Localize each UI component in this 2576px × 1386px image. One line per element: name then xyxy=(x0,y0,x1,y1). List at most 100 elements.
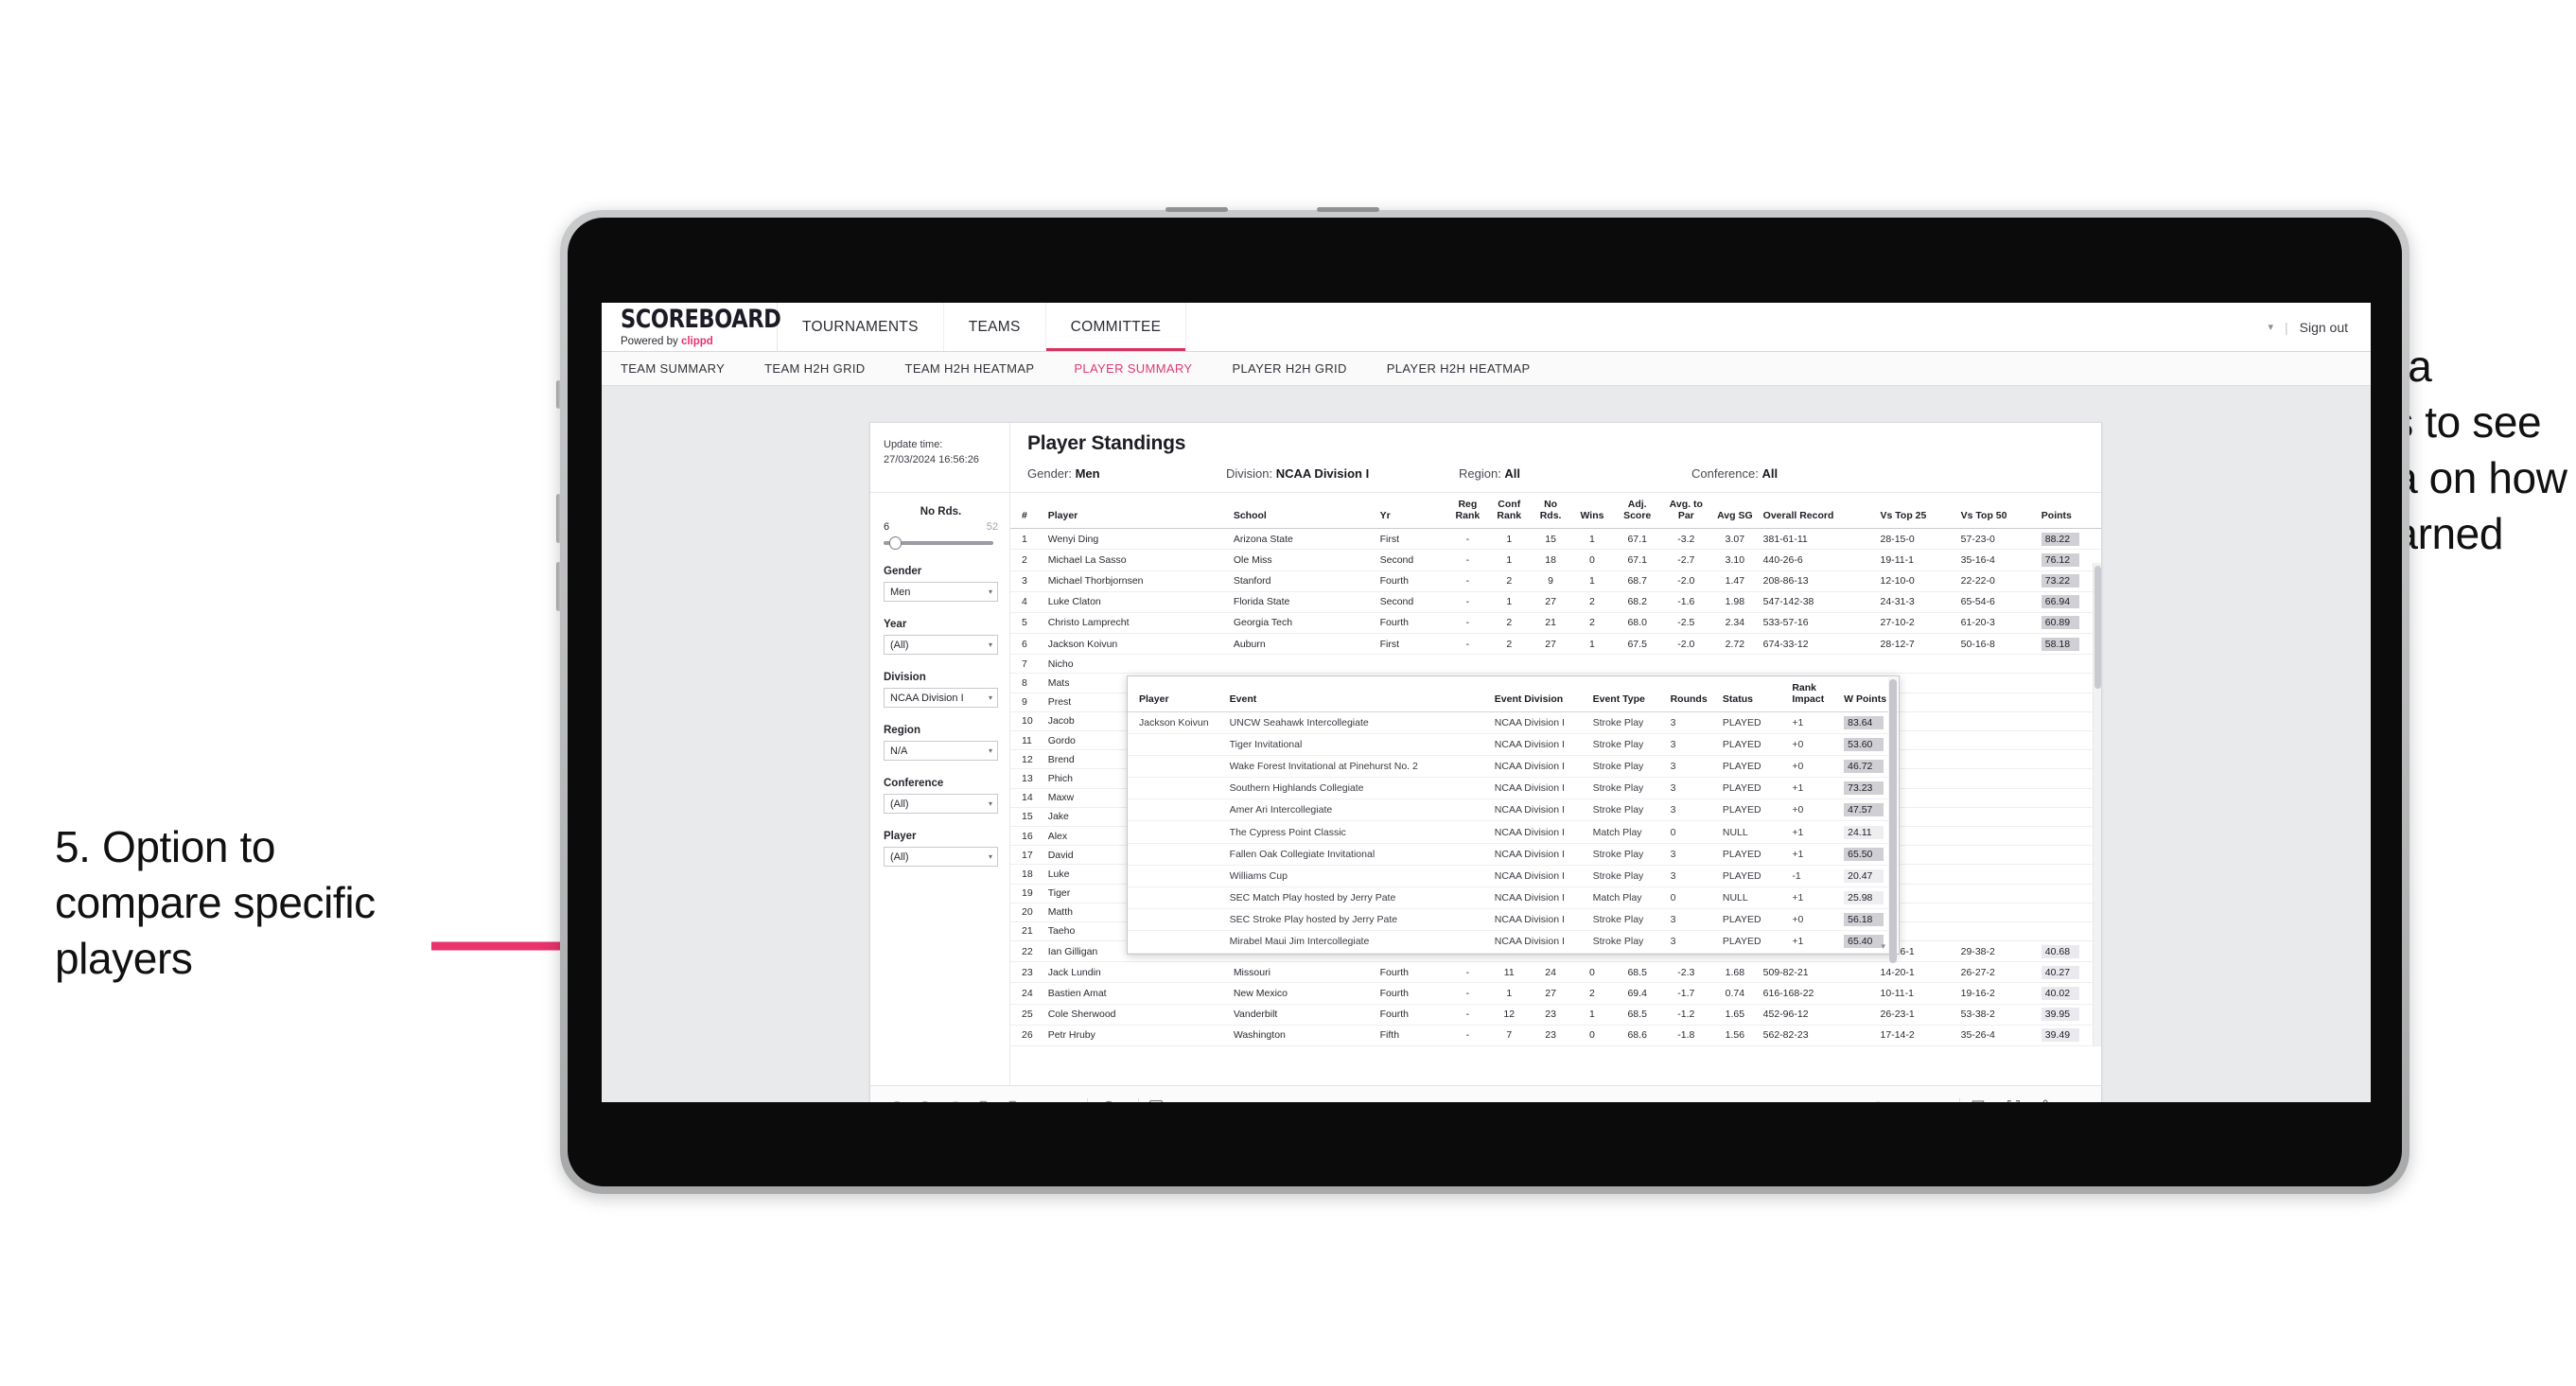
col-vs-top-50[interactable]: Vs Top 50 xyxy=(1956,493,2038,530)
table-row[interactable]: 1 Wenyi Ding Arizona State First -1 15 1 67.1 -3… xyxy=(1010,528,2101,551)
cell-rank: 8 xyxy=(1010,673,1044,693)
revert-icon[interactable] xyxy=(944,1097,965,1102)
col-vs-top-25[interactable]: Vs Top 25 xyxy=(1876,493,1957,530)
cell-points[interactable]: 40.02 xyxy=(2037,982,2101,1005)
table-row[interactable]: 23 Jack Lundin Missouri Fourth -11 24 0 68.5 -2.… xyxy=(1010,961,2101,984)
pause-icon[interactable] xyxy=(1003,1097,1024,1102)
user-menu-caret-icon[interactable]: ▾ xyxy=(2268,321,2273,333)
filter-player-select[interactable]: (All) ▾ xyxy=(884,847,998,867)
col-points[interactable]: Points xyxy=(2037,493,2101,530)
col-wins[interactable]: Wins xyxy=(1571,493,1613,530)
cell-points[interactable] xyxy=(2037,807,2101,827)
cell-points[interactable]: 39.95 xyxy=(2037,1004,2101,1026)
tab-team-h2h-grid[interactable]: TEAM H2H GRID xyxy=(764,361,885,376)
cell-points[interactable] xyxy=(2037,749,2101,770)
nav-item-teams[interactable]: TEAMS xyxy=(944,303,1046,351)
help-icon[interactable] xyxy=(1098,1097,1119,1102)
undo-icon[interactable] xyxy=(885,1097,906,1102)
download-button[interactable]: ▾ xyxy=(1971,1099,1995,1102)
slider-handle[interactable] xyxy=(889,536,902,550)
cell-player: Cole Sherwood xyxy=(1043,1004,1230,1026)
filter-conference-select[interactable]: (All) ▾ xyxy=(884,794,998,814)
cell-points[interactable] xyxy=(2037,921,2101,942)
nav-item-committee[interactable]: COMMITTEE xyxy=(1046,303,1187,351)
table-row[interactable]: 26 Petr Hruby Washington Fifth -7 23 0 68.6 -1.8… xyxy=(1010,1025,2101,1047)
cell-points[interactable] xyxy=(2037,788,2101,808)
cell-points[interactable] xyxy=(2037,864,2101,885)
table-row[interactable]: 24 Bastien Amat New Mexico Fourth -1 27 2 69.4-… xyxy=(1010,982,2101,1005)
tooltip-row: SEC Stroke Play hosted by Jerry Pate NCAA… xyxy=(1128,908,1899,932)
col-rank[interactable]: # xyxy=(1010,493,1044,530)
cell-par: -2.0 xyxy=(1661,633,1711,656)
slider-track[interactable] xyxy=(884,536,993,550)
tab-player-h2h-grid[interactable]: PLAYER H2H GRID xyxy=(1232,361,1367,376)
view-options-icon[interactable] xyxy=(1032,1097,1053,1103)
tooltip-row: Jackson Koivun UNCW Seahawk Intercollegia… xyxy=(1128,711,1899,734)
table-row[interactable]: 4 Luke Claton Florida State Second -1 27 2 68.2… xyxy=(1010,591,2101,613)
table-scrollbar[interactable] xyxy=(2093,563,2101,1045)
cell-points[interactable] xyxy=(2037,768,2101,789)
tab-player-h2h-heatmap[interactable]: PLAYER H2H HEATMAP xyxy=(1387,361,1551,376)
watch-button[interactable]: Watch ▾ xyxy=(1870,1100,1936,1102)
cell-points[interactable] xyxy=(2037,826,2101,847)
cell-points[interactable]: 66.94 xyxy=(2037,591,2101,613)
cell-par: -2.7 xyxy=(1661,549,1711,571)
table-row[interactable]: 3 Michael Thorbjornsen Stanford Fourth -2 9 1 6… xyxy=(1010,570,2101,592)
filter-player-label: Player xyxy=(884,831,917,842)
cell-points[interactable]: 40.27 xyxy=(2037,961,2101,984)
tab-player-summary[interactable]: PLAYER SUMMARY xyxy=(1074,361,1213,376)
cell-points[interactable]: 88.22 xyxy=(2037,528,2101,551)
cell-points[interactable] xyxy=(2037,845,2101,866)
share-button[interactable]: Share xyxy=(2034,1099,2086,1102)
cell-points[interactable]: 73.22 xyxy=(2037,570,2101,592)
cell-points[interactable]: 58.18 xyxy=(2037,633,2101,656)
tt-cell-type: Stroke Play xyxy=(1587,711,1666,734)
filter-region-select[interactable]: N/A ▾ xyxy=(884,741,998,761)
filter-year-select[interactable]: (All) ▾ xyxy=(884,635,998,655)
cell-points[interactable] xyxy=(2037,711,2101,732)
cell-points[interactable] xyxy=(2037,654,2101,675)
table-row[interactable]: 5 Christo Lamprecht Georgia Tech Fourth -2 21… xyxy=(1010,612,2101,635)
col-reg-rank[interactable]: Reg Rank xyxy=(1446,493,1489,530)
cell-points[interactable] xyxy=(2037,693,2101,712)
col-adj-score[interactable]: Adj. Score xyxy=(1612,493,1662,530)
col-school[interactable]: School xyxy=(1229,493,1376,530)
player-points-tooltip: Player Event Event Division Event Type R… xyxy=(1127,675,1900,963)
cell-points[interactable] xyxy=(2037,903,2101,922)
nav-item-tournaments[interactable]: TOURNAMENTS xyxy=(778,303,944,351)
col-year[interactable]: Yr xyxy=(1376,493,1447,530)
cell-points[interactable] xyxy=(2037,673,2101,693)
table-row[interactable]: 7 Nicho xyxy=(1010,654,2101,675)
refresh-icon[interactable] xyxy=(973,1097,994,1102)
tooltip-scrollbar[interactable] xyxy=(1888,677,1898,963)
view-options-caret-icon[interactable]: ▾ xyxy=(1061,1097,1073,1103)
cell-points[interactable] xyxy=(2037,730,2101,751)
fullscreen-button[interactable] xyxy=(2006,1099,2021,1102)
filter-gender-select[interactable]: Men ▾ xyxy=(884,582,998,602)
table-scrollbar-thumb[interactable] xyxy=(2094,566,2101,689)
sign-out-link[interactable]: Sign out xyxy=(2300,320,2348,335)
view-original-button[interactable]: ■ View: Original xyxy=(1149,1099,1245,1102)
cell-points[interactable]: 60.89 xyxy=(2037,612,2101,635)
tab-team-summary[interactable]: TEAM SUMMARY xyxy=(621,361,745,376)
app-logo[interactable]: SCOREBOARD Powered by clippd xyxy=(602,303,781,351)
table-row[interactable]: 6 Jackson Koivun Auburn First -2 27 1 67.5 -2.0 2… xyxy=(1010,633,2101,656)
filter-division-select[interactable]: NCAA Division I ▾ xyxy=(884,688,998,708)
cell-points[interactable]: 76.12 xyxy=(2037,549,2101,571)
col-avg-sg[interactable]: Avg SG xyxy=(1710,493,1760,530)
col-no-rds[interactable]: No Rds. xyxy=(1530,493,1572,530)
table-row[interactable]: 2 Michael La Sasso Ole Miss Second -1 18 0 67.1… xyxy=(1010,549,2101,571)
col-player[interactable]: Player xyxy=(1043,493,1230,530)
tooltip-scrollbar-thumb[interactable] xyxy=(1889,679,1897,963)
col-overall-record[interactable]: Overall Record xyxy=(1759,493,1877,530)
table-row[interactable]: 25 Cole Sherwood Vanderbilt Fourth -12 23 1 68.… xyxy=(1010,1004,2101,1026)
col-avg-to-par[interactable]: Avg. to Par xyxy=(1661,493,1711,530)
col-conf-rank[interactable]: Conf Rank xyxy=(1488,493,1531,530)
cell-points[interactable]: 39.49 xyxy=(2037,1025,2101,1047)
cell-yr: Fourth xyxy=(1376,612,1447,635)
redo-icon[interactable] xyxy=(915,1097,936,1102)
cell-points[interactable] xyxy=(2037,884,2101,904)
tab-team-h2h-heatmap[interactable]: TEAM H2H HEATMAP xyxy=(905,361,1056,376)
standings-table-wrap[interactable]: # Player School Yr Reg Rank Conf Rank No… xyxy=(1010,493,2101,1087)
cell-points[interactable]: 40.68 xyxy=(2037,940,2101,963)
